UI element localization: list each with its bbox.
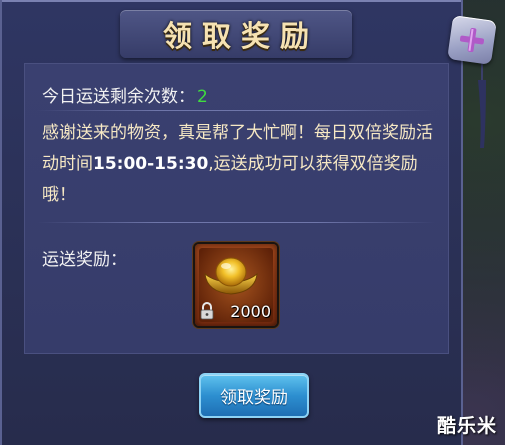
reward-description: 感谢送来的物资，真是帮了大忙啊！每日双倍奖励活动时间15:00-15:30,运送… [42, 118, 437, 211]
content-panel: 今日运送剩余次数： 2 感谢送来的物资，真是帮了大忙啊！每日双倍奖励活动时间15:… [24, 63, 449, 354]
remaining-trips-row: 今日运送剩余次数： 2 [42, 82, 208, 107]
claim-reward-button[interactable]: 领取奖励 [199, 373, 309, 418]
close-plus-icon [459, 27, 485, 53]
double-reward-time: 15:00-15:30 [93, 154, 209, 174]
reward-amount: 2000 [230, 302, 271, 321]
reward-dialog: 领取奖励 今日运送剩余次数： 2 感谢送来的物资，真是帮了大忙啊！每日双倍奖励活动… [0, 0, 463, 445]
gold-ingot-icon [204, 257, 258, 295]
tassel-decoration [478, 60, 486, 148]
remaining-trips-count: 2 [197, 87, 208, 107]
lock-icon [200, 302, 214, 320]
reward-item-slot[interactable]: 2000 [195, 244, 277, 326]
reward-label: 运送奖励： [42, 250, 127, 270]
title-plate: 领取奖励 [120, 10, 352, 58]
watermark: 酷乐米 [436, 415, 497, 437]
close-button[interactable] [447, 15, 497, 65]
claim-reward-label: 领取奖励 [220, 388, 288, 408]
divider [37, 110, 436, 111]
divider [37, 222, 436, 223]
remaining-trips-label: 今日运送剩余次数： [42, 87, 195, 107]
dialog-title: 领取奖励 [162, 19, 319, 53]
